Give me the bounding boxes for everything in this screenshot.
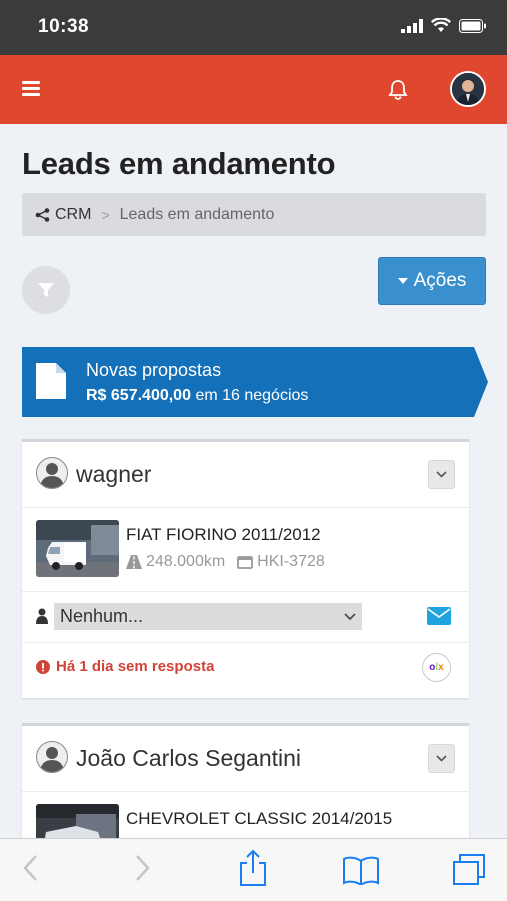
banner-suffix: em 16 negócios — [195, 387, 309, 404]
wifi-icon — [431, 18, 451, 32]
plate-icon — [237, 555, 254, 569]
plate: HKI-3728 — [237, 553, 325, 571]
person-icon — [36, 608, 48, 624]
tabs-icon[interactable] — [451, 853, 487, 887]
alert-text: Há 1 dia sem resposta — [56, 658, 215, 675]
road-icon — [126, 555, 142, 569]
share-icon[interactable] — [238, 849, 268, 887]
chevron-down-icon — [436, 471, 447, 478]
assignee-row: Nenhum... — [22, 591, 469, 643]
status-row: Há 1 dia sem resposta olx — [22, 642, 469, 694]
vehicle-meta: 248.000km HKI-3728 — [126, 553, 337, 571]
user-avatar[interactable] — [450, 71, 486, 107]
assignee-value: Nenhum... — [60, 606, 144, 626]
banner-title: Novas propostas — [86, 360, 222, 380]
breadcrumb-crm[interactable]: CRM — [35, 206, 91, 224]
actions-label: Ações — [413, 270, 467, 291]
collapse-button[interactable] — [428, 460, 455, 489]
plate-value: HKI-3728 — [257, 553, 325, 570]
vehicle-photo[interactable] — [36, 520, 119, 577]
proposals-banner[interactable]: Novas propostas R$ 657.400,00 em 16 negó… — [22, 347, 488, 417]
battery-icon — [459, 18, 486, 33]
filter-button[interactable] — [22, 266, 70, 314]
banner-background — [22, 347, 488, 417]
lead-card: wagner FIAT FIORINO 2011/2012 248.000km … — [22, 439, 469, 698]
bell-icon[interactable] — [387, 78, 409, 100]
exclamation-circle-icon — [36, 659, 50, 674]
breadcrumb-current: Leads em andamento — [119, 205, 275, 223]
document-icon — [36, 363, 66, 399]
share-nodes-icon — [35, 207, 50, 222]
browser-toolbar — [0, 838, 507, 901]
breadcrumb-separator: > — [101, 206, 110, 223]
hamburger-icon[interactable] — [22, 81, 40, 96]
status-bar: 10:38 — [0, 0, 507, 55]
filter-icon — [38, 283, 54, 297]
lead-name[interactable]: wagner — [76, 461, 151, 488]
envelope-icon[interactable] — [427, 607, 451, 625]
collapse-button[interactable] — [428, 744, 455, 773]
page-title: Leads em andamento — [22, 146, 336, 181]
vehicle-info[interactable]: FIAT FIORINO 2011/2012 248.000km HKI-372… — [36, 520, 456, 580]
assignee-select[interactable]: Nenhum... — [54, 603, 362, 630]
lead-name[interactable]: João Carlos Segantini — [76, 745, 301, 772]
lead-card-header: wagner — [22, 442, 469, 508]
mileage-value: 248.000km — [146, 553, 226, 570]
lead-card-header: João Carlos Segantini — [22, 726, 469, 792]
actions-button[interactable]: Ações — [378, 257, 486, 305]
user-placeholder-icon — [36, 741, 68, 773]
forward-icon[interactable] — [135, 853, 151, 883]
user-placeholder-icon — [36, 457, 68, 489]
mileage: 248.000km — [126, 553, 225, 571]
breadcrumb: CRM > Leads em andamento — [22, 193, 486, 236]
back-icon[interactable] — [22, 853, 38, 883]
status-icons — [401, 18, 487, 33]
olx-logo-letter-x: x — [438, 662, 444, 673]
breadcrumb-root[interactable]: CRM — [55, 206, 91, 224]
banner-amount: R$ 657.400,00 — [86, 387, 191, 404]
caret-down-icon — [397, 277, 408, 284]
signal-icon — [401, 18, 423, 33]
status-time: 10:38 — [38, 16, 90, 37]
olx-source-icon: olx — [422, 653, 451, 682]
vehicle-title: FIAT FIORINO 2011/2012 — [126, 525, 321, 544]
chevron-down-icon — [344, 613, 356, 621]
vehicle-title: CHEVROLET CLASSIC 2014/2015 — [126, 809, 393, 828]
chevron-down-icon — [436, 755, 447, 762]
no-reply-alert: Há 1 dia sem resposta — [36, 658, 214, 675]
banner-subtitle: R$ 657.400,00 em 16 negócios — [86, 387, 308, 405]
bookmarks-icon[interactable] — [342, 855, 380, 885]
app-header — [0, 55, 507, 124]
